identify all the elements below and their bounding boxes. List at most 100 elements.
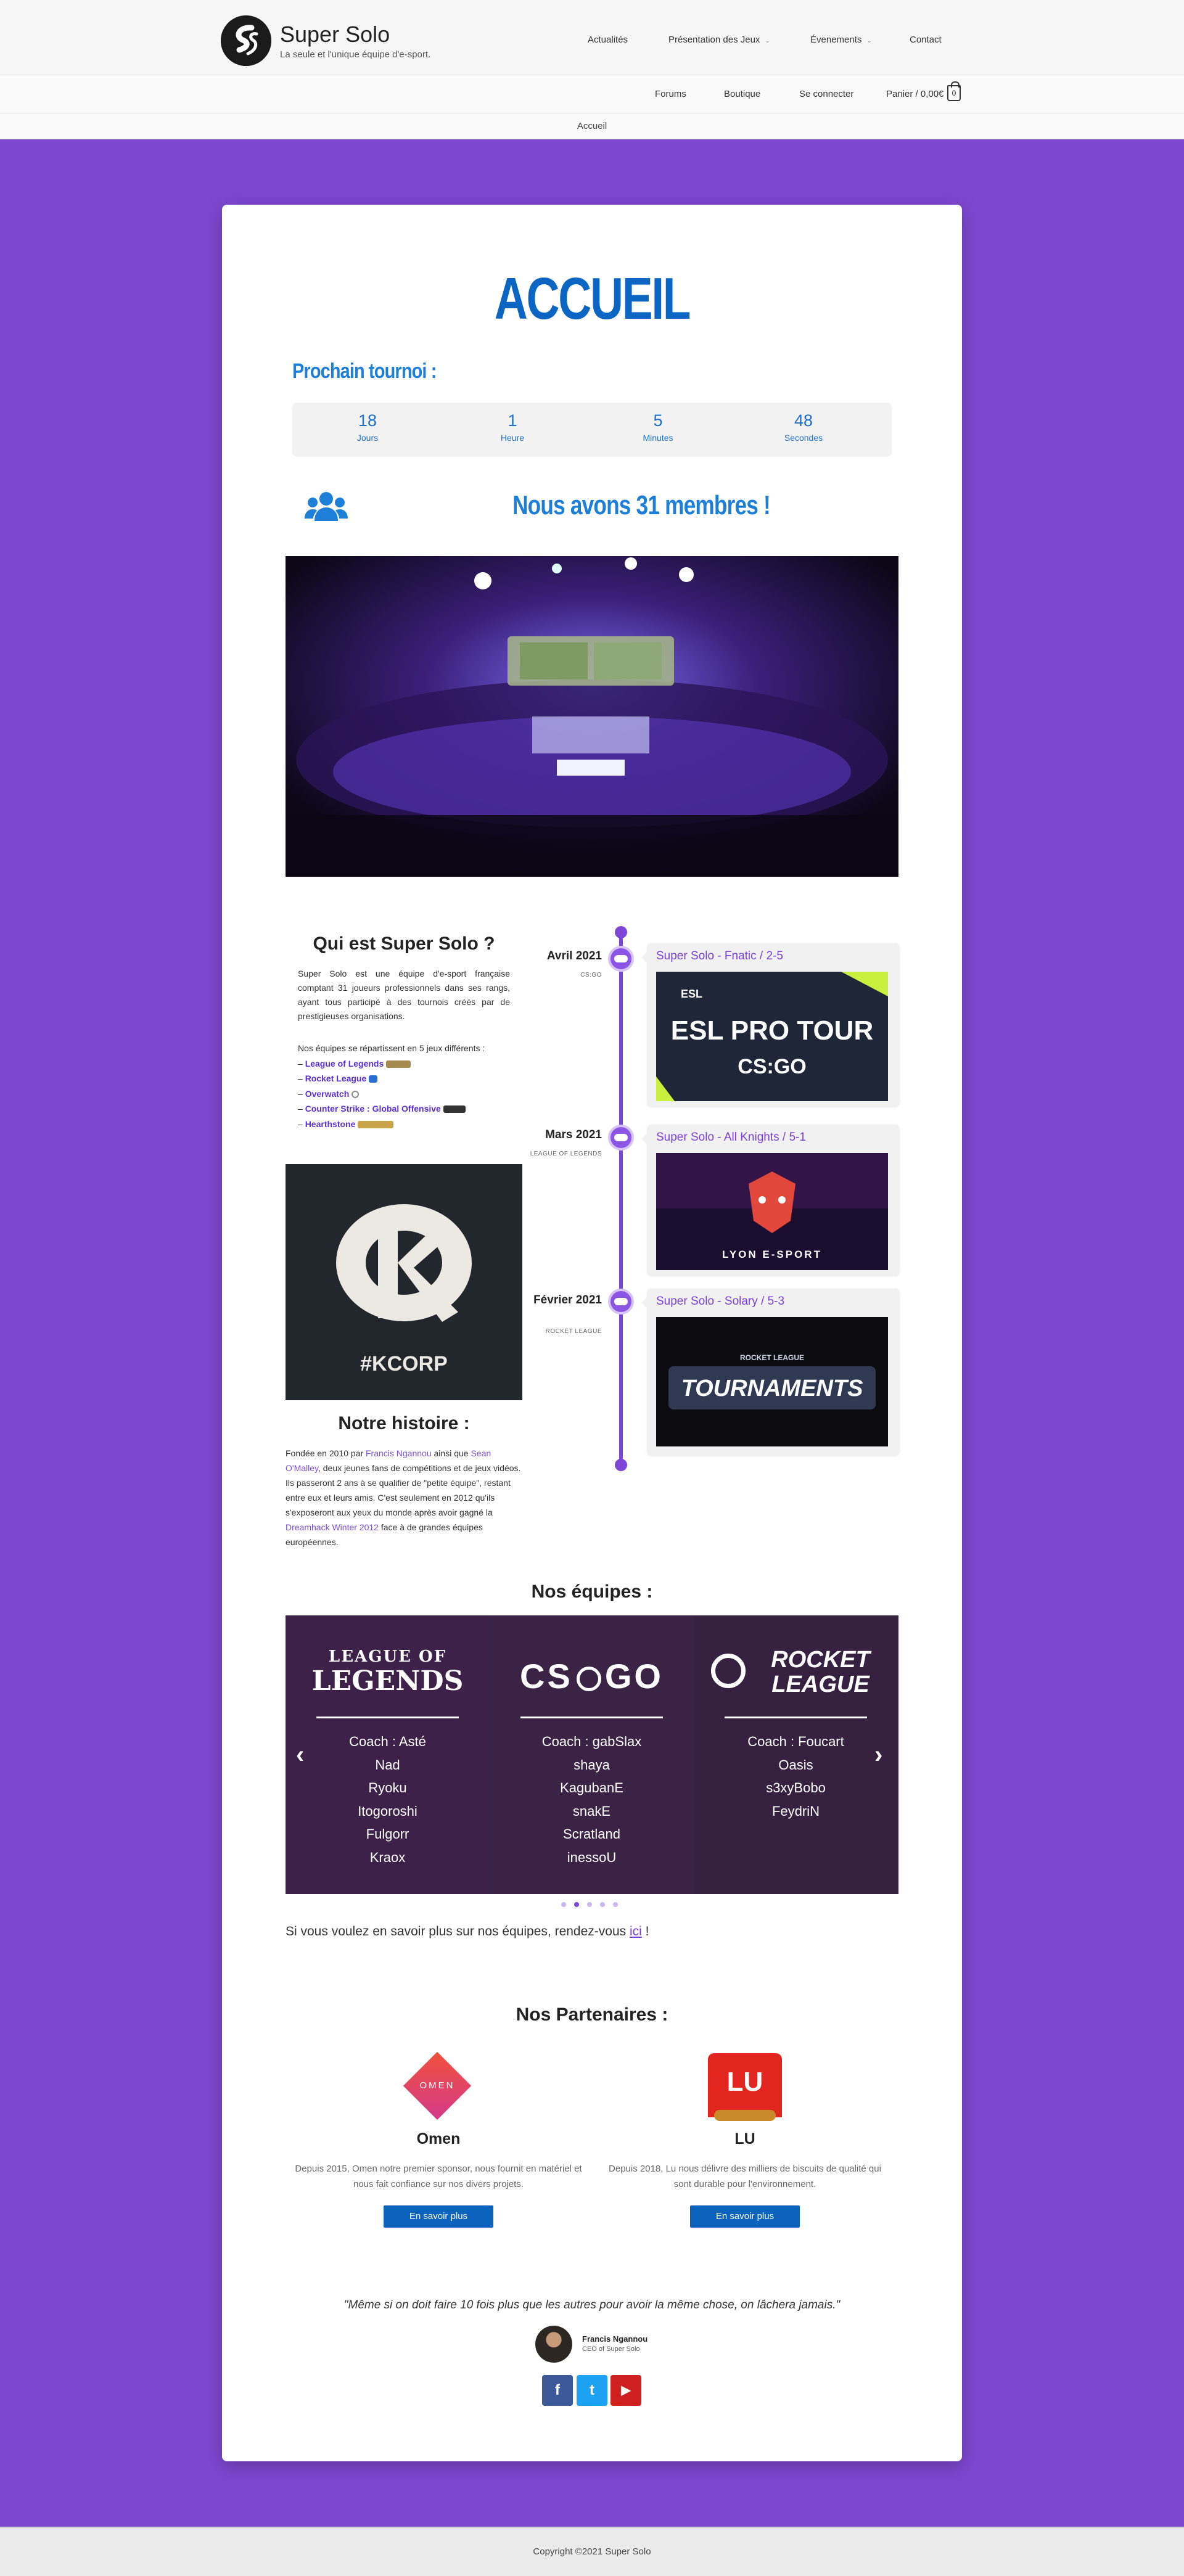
gamepad-icon — [608, 1125, 634, 1151]
roster-entry: inessoU — [567, 1849, 617, 1865]
teams-more-label: Si vous voulez en savoir plus sur nos éq… — [286, 1924, 630, 1938]
game-item: – Rocket League — [298, 1071, 510, 1086]
timeline-card[interactable]: Super Solo - Fnatic / 2-5 ESL ESL PRO TO… — [641, 943, 899, 1106]
divider — [316, 1717, 459, 1718]
lu-more-button[interactable]: En savoir plus — [690, 2205, 800, 2228]
team-slide-csgo: CS GO Coach : gabSlax shaya KagubanE snak… — [490, 1615, 694, 1894]
nav-evenements-label: Évenements — [810, 35, 862, 45]
carousel-dot[interactable] — [613, 1902, 618, 1907]
roster-entry: Ryoku — [368, 1780, 407, 1795]
partner-description: Depuis 2015, Omen notre premier sponsor,… — [295, 2164, 582, 2189]
twitter-icon[interactable]: t — [577, 2375, 607, 2406]
timeline-date: Février 2021 — [533, 1294, 602, 1306]
overwatch-logo-icon — [352, 1090, 360, 1098]
rl-top-label: ROCKET LEAGUE — [740, 1353, 804, 1362]
nav-evenements[interactable]: Évenements ⌄ — [810, 35, 872, 45]
users-icon — [305, 492, 348, 521]
chevron-down-icon: ⌄ — [866, 38, 872, 44]
site-header: Super Solo La seule et l'unique équipe d… — [0, 0, 1184, 75]
rl-tournaments-image: ROCKET LEAGUE TOURNAMENTS — [656, 1317, 888, 1446]
quote-role: CEO of Super Solo — [582, 2345, 640, 2353]
founder-link-1[interactable]: Francis Ngannou — [366, 1448, 432, 1458]
roster-entry: Coach : Asté — [349, 1734, 426, 1749]
nav-boutique[interactable]: Boutique — [724, 89, 760, 99]
game-link-lol[interactable]: League of Legends — [305, 1059, 384, 1069]
countdown-minutes: 5 Minutes — [596, 411, 720, 443]
countdown-timer: 18 Jours 1 Heure 5 Minutes 48 Secondes — [292, 403, 892, 457]
game-link-csgo[interactable]: Counter Strike : Global Offensive — [305, 1104, 441, 1114]
countdown-unit: Secondes — [784, 433, 823, 443]
carousel-dot[interactable] — [587, 1902, 592, 1907]
kcorp-image: #KCORP — [286, 1164, 522, 1400]
teams-carousel[interactable]: LEAGUE OF LEGENDS Coach : Asté Nad Ryoku… — [286, 1615, 898, 1894]
chevron-down-icon: ⌄ — [765, 38, 770, 44]
countdown-value: 18 — [358, 411, 377, 430]
nav-actualites[interactable]: Actualités — [588, 35, 628, 45]
divider — [520, 1717, 663, 1718]
partner-name: Omen — [416, 2130, 461, 2147]
nav-panier[interactable]: Panier / 0,00€ — [886, 89, 944, 99]
game-link-hearthstone[interactable]: Hearthstone — [305, 1119, 356, 1129]
about-title: Qui est Super Solo ? — [313, 933, 495, 954]
history-text-part: ainsi que — [431, 1448, 471, 1458]
carousel-dot[interactable] — [600, 1902, 605, 1907]
youtube-icon[interactable]: ▶ — [610, 2375, 641, 2406]
esl-pro-tour-image: ESL ESL PRO TOUR CS:GO — [656, 972, 888, 1101]
history-text-part: , deux jeunes fans de compétitions et de… — [286, 1463, 521, 1517]
nav-se-connecter[interactable]: Se connecter — [799, 89, 853, 99]
site-title[interactable]: Super Solo — [280, 22, 390, 47]
carousel-next-icon[interactable]: › — [874, 1741, 882, 1769]
arena-photo — [286, 556, 898, 877]
teams-more-link[interactable]: ici — [630, 1924, 642, 1938]
lol-logo-line2: LEGENDS — [311, 1665, 464, 1697]
roster-entry: s3xyBobo — [766, 1780, 826, 1795]
rocket-league-logo-icon — [369, 1075, 378, 1083]
timeline-game: LEAGUE OF LEGENDS — [530, 1151, 602, 1157]
timeline-end-dot — [615, 1459, 627, 1471]
csgo-logo-right: GO — [604, 1657, 664, 1696]
quote-text: "Même si on doit faire 10 fois plus que … — [343, 2299, 841, 2311]
timeline-game: CS:GO — [580, 972, 602, 978]
esl-pro-tour-illustration: ESL ESL PRO TOUR CS:GO — [656, 972, 888, 1101]
site-logo[interactable] — [221, 15, 271, 66]
match-title: Super Solo - Fnatic / 2-5 — [656, 950, 783, 962]
lol-logo-icon — [386, 1060, 411, 1068]
teams-title: Nos équipes : — [531, 1581, 653, 1602]
timeline-line — [619, 932, 623, 1467]
cart-icon[interactable]: 0 — [947, 81, 961, 101]
game-link-rocket-league[interactable]: Rocket League — [305, 1073, 367, 1083]
csgo-logo: CS GO — [490, 1656, 694, 1696]
roster-entry: Coach : Foucart — [747, 1734, 844, 1749]
dreamhack-link[interactable]: Dreamhack Winter 2012 — [286, 1522, 379, 1532]
game-item: – Hearthstone — [298, 1117, 510, 1132]
nav-presentation-label: Présentation des Jeux — [668, 35, 760, 45]
history-text: Fondée en 2010 par Francis Ngannou ainsi… — [286, 1446, 522, 1549]
roster-entry: Scratland — [563, 1826, 620, 1842]
nav-contact[interactable]: Contact — [910, 35, 942, 45]
members-count-heading: Nous avons 31 membres ! — [512, 490, 771, 520]
nav-presentation-jeux[interactable]: Présentation des Jeux ⌄ — [668, 35, 770, 45]
esl-game-label: CS:GO — [738, 1055, 806, 1078]
countdown-value: 5 — [653, 411, 663, 430]
breadcrumb: Accueil — [0, 113, 1184, 139]
carousel-prev-icon[interactable]: ‹ — [296, 1741, 304, 1769]
carousel-dot-active[interactable] — [574, 1902, 579, 1907]
roster-entry: Nad — [375, 1757, 400, 1773]
nav-forums[interactable]: Forums — [655, 89, 686, 99]
roster-entry: FeydriN — [771, 1803, 820, 1819]
omen-more-button[interactable]: En savoir plus — [384, 2205, 493, 2228]
site-tagline: La seule et l'unique équipe d'e-sport. — [280, 49, 431, 60]
lol-logo-line1: LEAGUE OF — [328, 1647, 447, 1666]
rl-tournaments-illustration: ROCKET LEAGUE TOURNAMENTS — [656, 1317, 888, 1446]
partners-title: Nos Partenaires : — [516, 2004, 668, 2025]
timeline-card[interactable]: Super Solo - All Knights / 5-1 LYON E-SP… — [641, 1125, 899, 1275]
kcorp-label: #KCORP — [360, 1352, 448, 1376]
facebook-icon[interactable]: f — [542, 2375, 573, 2406]
match-title: Super Solo - All Knights / 5-1 — [656, 1131, 806, 1144]
team-roster: Coach : Foucart Oasis s3xyBobo FeydriN — [694, 1730, 898, 1823]
about-text: Super Solo est une équipe d'e-sport fran… — [298, 969, 510, 1021]
hearthstone-logo-icon — [358, 1120, 394, 1128]
game-link-overwatch[interactable]: Overwatch — [305, 1089, 350, 1099]
timeline-card[interactable]: Super Solo - Solary / 5-3 ROCKET LEAGUE … — [641, 1289, 899, 1455]
carousel-dot[interactable] — [561, 1902, 566, 1907]
